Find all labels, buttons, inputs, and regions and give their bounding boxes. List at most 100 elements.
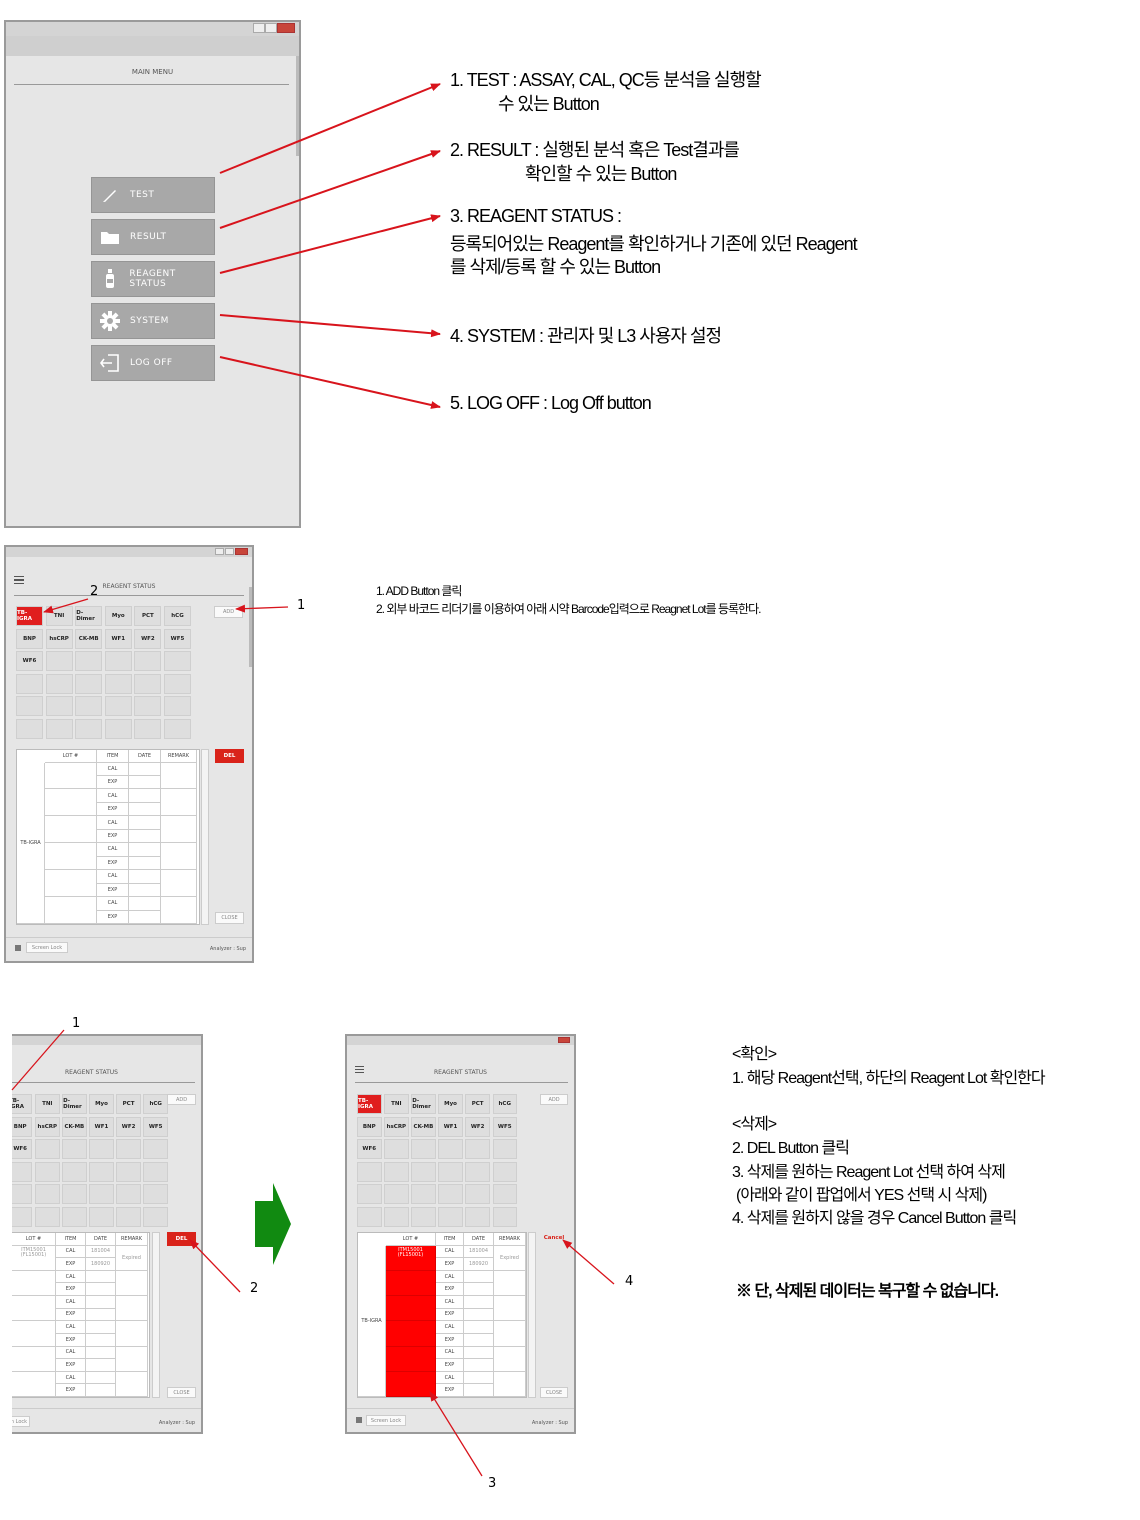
table-item-cell[interactable]: CAL	[436, 1296, 464, 1309]
reagent-item-empty[interactable]	[45, 651, 73, 672]
close-button[interactable]: CLOSE	[215, 912, 244, 924]
table-item-cell[interactable]: EXP	[436, 1283, 464, 1296]
del-button[interactable]: DEL	[167, 1232, 196, 1246]
table-date-cell[interactable]	[86, 1371, 116, 1385]
reagent-item-empty[interactable]	[35, 1161, 60, 1182]
lot-cell[interactable]	[45, 789, 97, 817]
table-item-cell[interactable]: EXP	[436, 1359, 464, 1372]
reagent-item-empty[interactable]	[16, 696, 43, 717]
reagent-item-empty[interactable]	[143, 1207, 168, 1227]
table-date-cell[interactable]	[86, 1384, 116, 1397]
reagent-item-empty[interactable]	[16, 673, 43, 694]
table-item-cell[interactable]: EXP	[436, 1333, 464, 1347]
reagent-item-bnp[interactable]: BNP	[12, 1116, 33, 1137]
table-date-cell[interactable]	[464, 1296, 494, 1309]
reagent-item-empty[interactable]	[104, 696, 132, 717]
lot-cell[interactable]	[12, 1346, 56, 1372]
table-item-cell[interactable]: CAL	[56, 1371, 86, 1385]
table-item-cell[interactable]: EXP	[56, 1283, 86, 1296]
table-date-cell[interactable]: 180920	[86, 1258, 116, 1271]
close-button[interactable]: CLOSE	[540, 1387, 568, 1398]
reagent-item-empty[interactable]	[89, 1184, 114, 1205]
reagent-item-wf2[interactable]: WF2	[116, 1116, 141, 1137]
reagent-item-empty[interactable]	[89, 1139, 114, 1160]
table-date-cell[interactable]: 180920	[464, 1258, 494, 1271]
reagent-item-hcg[interactable]: hCG	[143, 1094, 168, 1114]
reagent-item-empty[interactable]	[384, 1161, 409, 1182]
reagent-item-empty[interactable]	[104, 651, 132, 672]
system-button[interactable]: SYSTEM	[91, 303, 215, 339]
lot-cell[interactable]	[12, 1371, 56, 1397]
reagent-item-d-dimer[interactable]: D-Dimer	[75, 606, 103, 626]
reagent-item-empty[interactable]	[75, 719, 103, 739]
lot-cell[interactable]	[12, 1321, 56, 1347]
reagent-item-empty[interactable]	[116, 1161, 141, 1182]
reagent-item-empty[interactable]	[12, 1184, 33, 1205]
reagent-item-empty[interactable]	[75, 651, 103, 672]
reagent-item-empty[interactable]	[438, 1161, 463, 1182]
table-item-cell[interactable]: EXP	[97, 910, 129, 924]
table-item-cell[interactable]: EXP	[56, 1359, 86, 1372]
table-item-cell[interactable]: EXP	[97, 829, 129, 844]
scrollbar[interactable]	[296, 56, 299, 156]
reagent-item-empty[interactable]	[384, 1207, 409, 1227]
table-date-cell[interactable]	[86, 1321, 116, 1334]
table-date-cell[interactable]	[464, 1384, 494, 1397]
table-date-cell[interactable]	[464, 1333, 494, 1347]
reagent-item-empty[interactable]	[164, 696, 191, 717]
table-date-cell[interactable]	[464, 1270, 494, 1284]
reagent-item-tni[interactable]: TNI	[45, 606, 73, 626]
reagent-item-empty[interactable]	[134, 696, 162, 717]
log-off-button[interactable]: LOG OFF	[91, 345, 215, 381]
reagent-item-empty[interactable]	[164, 673, 191, 694]
table-date-cell[interactable]	[129, 856, 161, 871]
reagent-item-hscrp[interactable]: hsCRP	[45, 628, 73, 649]
reagent-item-empty[interactable]	[357, 1184, 382, 1205]
table-item-cell[interactable]: CAL	[97, 762, 129, 776]
reagent-item-tni[interactable]: TNI	[35, 1094, 60, 1114]
table-date-cell[interactable]	[86, 1308, 116, 1322]
table-item-cell[interactable]: CAL	[436, 1321, 464, 1334]
reagent-item-empty[interactable]	[35, 1184, 60, 1205]
reagent-item-empty[interactable]	[12, 1207, 33, 1227]
add-button[interactable]: ADD	[167, 1094, 196, 1105]
lot-cell[interactable]	[45, 870, 97, 898]
table-date-cell[interactable]	[464, 1371, 494, 1385]
table-date-cell[interactable]	[129, 802, 161, 817]
scrollbar[interactable]	[249, 587, 252, 667]
reagent-item-empty[interactable]	[62, 1207, 87, 1227]
reagent-item-empty[interactable]	[45, 673, 73, 694]
table-item-cell[interactable]: CAL	[56, 1245, 86, 1259]
reagent-item-hscrp[interactable]: hsCRP	[35, 1116, 60, 1137]
screen-lock-button[interactable]: Screen Lock	[366, 1415, 406, 1426]
reagent-item-tb-igra[interactable]: TB-IGRA	[16, 606, 43, 626]
close-button[interactable]: CLOSE	[167, 1387, 196, 1398]
reagent-item-empty[interactable]	[35, 1139, 60, 1160]
table-scrollbar[interactable]	[152, 1232, 160, 1398]
reagent-item-bnp[interactable]: BNP	[357, 1116, 382, 1137]
table-date-cell[interactable]	[129, 910, 161, 924]
reagent-item-empty[interactable]	[104, 719, 132, 739]
maximize-icon[interactable]	[265, 23, 277, 33]
reagent-item-empty[interactable]	[143, 1161, 168, 1182]
reagent-item-tb-igra[interactable]: TB-IGRA	[357, 1094, 382, 1114]
reagent-item-wf5[interactable]: WF5	[143, 1116, 168, 1137]
table-item-cell[interactable]: EXP	[436, 1308, 464, 1322]
lot-cell[interactable]: ITM15001 (FL15001)	[386, 1245, 436, 1271]
reagent-item-empty[interactable]	[75, 673, 103, 694]
reagent-item-empty[interactable]	[116, 1184, 141, 1205]
table-date-cell[interactable]	[129, 870, 161, 884]
reagent-item-empty[interactable]	[62, 1184, 87, 1205]
table-date-cell[interactable]	[86, 1346, 116, 1360]
reagent-item-empty[interactable]	[134, 719, 162, 739]
reagent-item-empty[interactable]	[411, 1161, 436, 1182]
reagent-item-tni[interactable]: TNI	[384, 1094, 409, 1114]
reagent-item-empty[interactable]	[384, 1184, 409, 1205]
table-scrollbar[interactable]	[528, 1232, 536, 1398]
reagent-item-empty[interactable]	[492, 1207, 517, 1227]
table-date-cell[interactable]	[464, 1346, 494, 1360]
reagent-item-wf1[interactable]: WF1	[438, 1116, 463, 1137]
lot-cell[interactable]	[45, 816, 97, 844]
reagent-item-empty[interactable]	[164, 651, 191, 672]
reagent-item-empty[interactable]	[492, 1139, 517, 1160]
